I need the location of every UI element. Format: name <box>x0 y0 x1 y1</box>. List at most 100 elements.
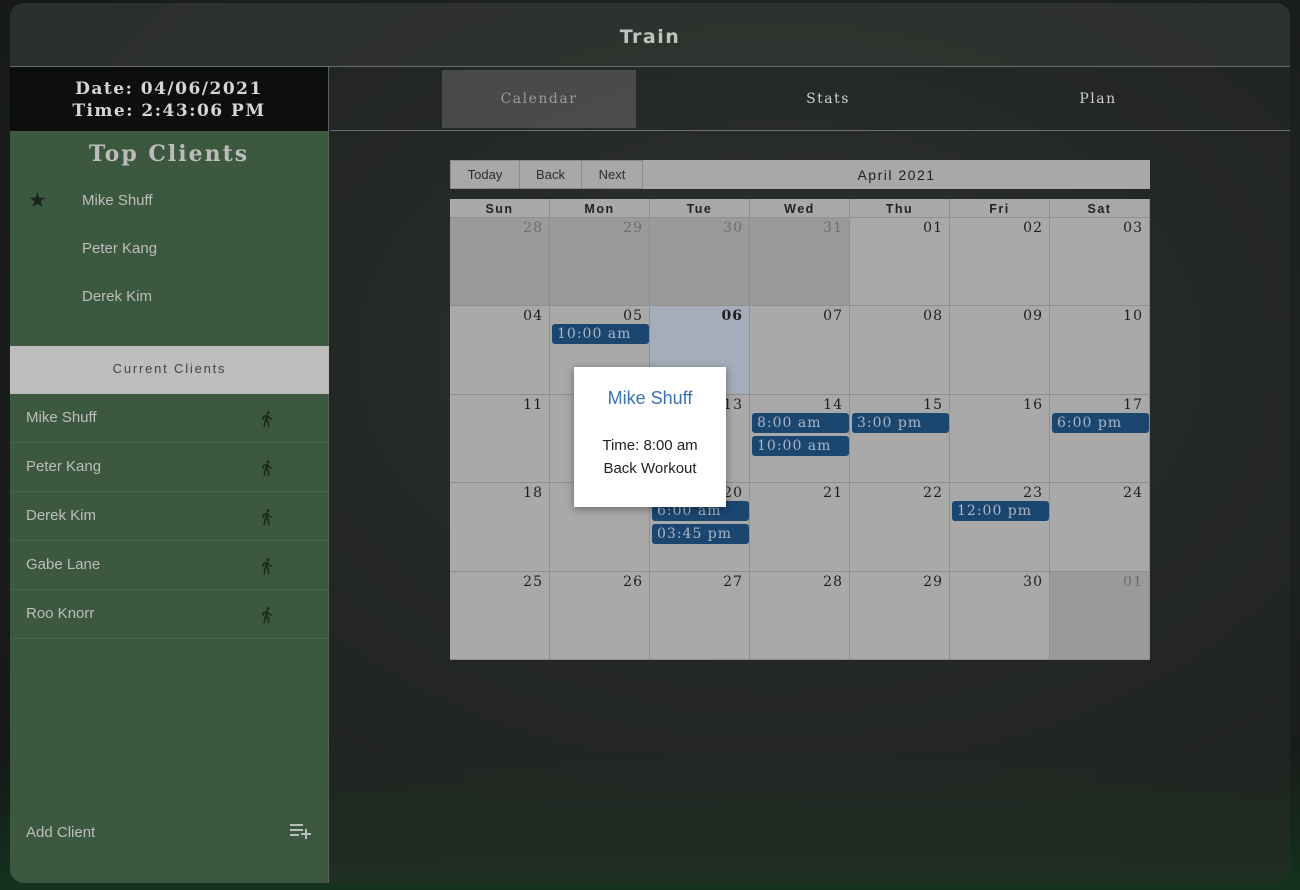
calendar-day-cell[interactable]: 29 <box>850 571 950 660</box>
month-label: April 2021 <box>857 167 936 183</box>
client-row[interactable]: Peter Kang <box>10 443 329 492</box>
calendar-day-cell[interactable]: 02 <box>950 218 1050 307</box>
event-popup: Mike Shuff Time: 8:00 am Back Workout <box>574 367 726 507</box>
date-text: Date: 04/06/2021 <box>75 79 263 99</box>
day-number: 17 <box>1123 396 1143 413</box>
calendar-day-cell[interactable]: 04 <box>450 306 550 395</box>
calendar-event[interactable]: 10:00 am <box>752 435 849 456</box>
playlist-add-icon[interactable] <box>290 823 312 839</box>
top-client-item[interactable]: Derek Kim <box>10 273 328 321</box>
calendar-day-cell[interactable]: 10 <box>1050 306 1150 395</box>
calendar-event[interactable]: 03:45 pm <box>652 524 749 545</box>
day-number: 16 <box>1023 396 1043 413</box>
day-number: 15 <box>923 396 943 413</box>
calendar-event[interactable]: 10:00 am <box>552 324 649 345</box>
day-number: 07 <box>823 308 843 325</box>
calendar-day-cell[interactable]: 29 <box>550 218 650 307</box>
popup-client-name: Mike Shuff <box>607 388 693 408</box>
day-number: 25 <box>523 573 543 590</box>
running-icon[interactable] <box>258 604 276 626</box>
running-icon[interactable] <box>258 408 276 430</box>
calendar-event[interactable]: 8:00 am <box>752 412 849 433</box>
calendar-day-cell[interactable]: 11 <box>450 394 550 484</box>
tab-plan[interactable]: Plan <box>1003 70 1193 128</box>
client-row[interactable]: Derek Kim <box>10 492 329 541</box>
calendar-day-cell[interactable]: 23 12:00 pm <box>950 483 1050 572</box>
day-number: 31 <box>823 220 843 236</box>
day-number: 10 <box>1123 308 1143 325</box>
calendar: Today Back Next April 2021 Sun Mon Tue Wed T… <box>450 160 1150 660</box>
client-row[interactable]: Mike Shuff <box>10 394 329 443</box>
day-number: 13 <box>723 396 743 413</box>
calendar-day-cell[interactable]: 27 <box>650 571 750 660</box>
add-client-button[interactable]: Add Client <box>26 824 95 841</box>
calendar-grid: Sun Mon Tue Wed Thu Fri Sat 28 29 30 31 01 02 03 04 05 1… <box>450 199 1150 660</box>
running-icon[interactable] <box>258 555 276 577</box>
weekday-header: Mon <box>550 199 650 218</box>
client-row[interactable]: Gabe Lane <box>10 541 329 590</box>
today-button[interactable]: Today <box>450 160 520 189</box>
back-button[interactable]: Back <box>519 160 582 189</box>
calendar-day-cell[interactable]: 30 <box>950 571 1050 660</box>
calendar-day-cell[interactable]: 28 <box>750 571 850 660</box>
day-number: 14 <box>823 396 843 413</box>
day-number: 09 <box>1023 308 1043 325</box>
tab-stats[interactable]: Stats <box>733 70 923 128</box>
top-clients-title: Top Clients <box>88 141 250 167</box>
running-icon[interactable] <box>258 457 276 479</box>
calendar-day-cell[interactable]: 21 <box>750 483 850 572</box>
day-number: 05 <box>623 308 643 325</box>
next-button[interactable]: Next <box>581 160 643 189</box>
day-number: 01 <box>923 220 943 236</box>
calendar-toolbar: Today Back Next April 2021 <box>450 160 1150 189</box>
day-number: 04 <box>523 308 543 325</box>
calendar-day-cell[interactable]: 18 <box>450 483 550 572</box>
calendar-day-cell[interactable]: 01 <box>1050 571 1150 660</box>
day-number: 24 <box>1123 485 1143 502</box>
tab-calendar[interactable]: Calendar <box>442 70 636 128</box>
day-number: 21 <box>823 485 843 502</box>
calendar-day-cell[interactable]: 31 <box>750 218 850 307</box>
calendar-day-cell[interactable]: 15 3:00 pm <box>850 394 950 484</box>
calendar-event[interactable]: 6:00 pm <box>1052 412 1149 433</box>
day-number: 28 <box>823 573 843 590</box>
calendar-day-cell[interactable]: 16 <box>950 394 1050 484</box>
calendar-day-cell[interactable]: 07 <box>750 306 850 395</box>
day-number: 03 <box>1123 220 1143 236</box>
client-row[interactable]: Roo Knorr <box>10 590 329 639</box>
day-number: 18 <box>523 485 543 502</box>
top-client-item[interactable]: Peter Kang <box>10 225 328 273</box>
top-client-name: Derek Kim <box>82 288 153 305</box>
running-icon[interactable] <box>258 506 276 528</box>
calendar-day-cell[interactable]: 03 <box>1050 218 1150 307</box>
day-number: 26 <box>623 573 643 590</box>
calendar-event[interactable]: 3:00 pm <box>852 412 949 433</box>
day-number: 06 <box>721 308 743 325</box>
weekday-header: Tue <box>650 199 750 218</box>
client-name: Peter Kang <box>26 458 102 475</box>
calendar-day-cell[interactable]: 01 <box>850 218 950 307</box>
day-number: 23 <box>1023 485 1043 502</box>
weekday-header: Fri <box>950 199 1050 218</box>
day-number: 22 <box>923 485 943 502</box>
calendar-day-cell[interactable]: 14 8:00 am 10:00 am <box>750 394 850 484</box>
calendar-day-cell[interactable]: 30 <box>650 218 750 307</box>
popup-time: Time: 8:00 am <box>602 437 698 454</box>
calendar-day-cell[interactable]: 24 <box>1050 483 1150 572</box>
calendar-day-cell[interactable]: 08 <box>850 306 950 395</box>
calendar-day-cell[interactable]: 25 <box>450 571 550 660</box>
day-number: 29 <box>623 220 643 236</box>
day-number: 28 <box>523 220 543 236</box>
day-number: 01 <box>1123 573 1143 590</box>
sidebar: Top Clients ★ Mike Shuff Peter Kang Dere… <box>10 131 329 883</box>
client-name: Mike Shuff <box>26 409 97 426</box>
calendar-event[interactable]: 12:00 pm <box>952 501 1049 522</box>
calendar-day-cell[interactable]: 28 <box>450 218 550 307</box>
top-client-item[interactable]: ★ Mike Shuff <box>10 177 328 225</box>
day-number: 02 <box>1023 220 1043 236</box>
calendar-day-cell[interactable]: 09 <box>950 306 1050 395</box>
calendar-day-cell[interactable]: 26 <box>550 571 650 660</box>
calendar-day-cell[interactable]: 22 <box>850 483 950 572</box>
calendar-day-cell[interactable]: 17 6:00 pm <box>1050 394 1150 484</box>
client-name: Gabe Lane <box>26 556 101 573</box>
